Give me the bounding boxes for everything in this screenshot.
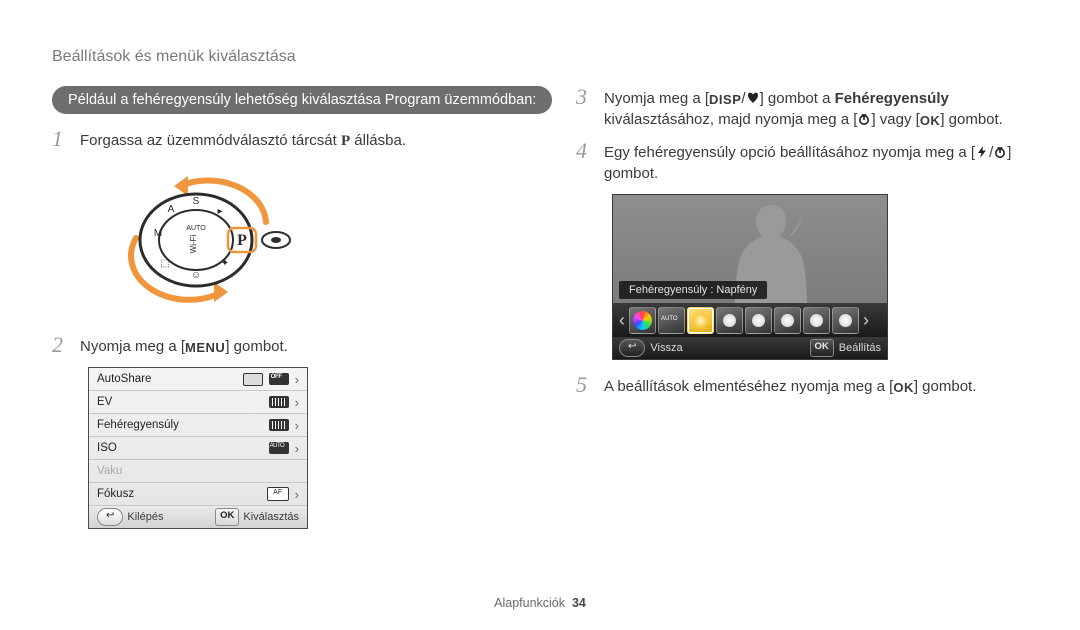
timer-icon	[993, 143, 1007, 155]
wb-daylight-icon	[687, 307, 714, 334]
step-3: 3 Nyomja meg a [DISP/] gombot a Fehéregy…	[576, 86, 1028, 130]
wb-custom-icon	[832, 307, 859, 334]
step-number: 2	[52, 334, 70, 356]
scale-icon	[269, 396, 289, 408]
step-number: 3	[576, 86, 594, 108]
ok-key-icon: OK	[893, 379, 914, 397]
menu-footer-select: Kiválasztás	[243, 511, 299, 523]
wb-icon	[269, 419, 289, 431]
whitebalance-bold: Fehéregyensúly	[835, 90, 949, 107]
wb-auto-icon	[658, 307, 685, 334]
wb-cloudy-icon	[716, 307, 743, 334]
step-number: 4	[576, 140, 594, 162]
svg-text:☺: ☺	[191, 270, 201, 281]
wb-fluorescent-h-icon	[745, 307, 772, 334]
step-4-text-pre: Egy fehéregyensúly opció beállításához n…	[604, 144, 975, 161]
step-1-text-pre: Forgassa az üzemmódválasztó tárcsát	[80, 132, 341, 149]
mode-dial-illustration: S ▸ A M ⬚ ☺ ✦ P Wi-Fi	[88, 162, 348, 322]
wb-footer-back: Vissza	[650, 342, 682, 354]
wb-value-label: Fehéregyensúly : Napfény	[619, 281, 767, 299]
menu-key-icon: MENU	[185, 339, 225, 357]
ok-key-icon: OK	[215, 508, 239, 526]
svg-text:A: A	[168, 204, 175, 215]
back-key-icon: ↩	[619, 339, 645, 357]
chevron-right-icon: ›	[295, 372, 299, 387]
step-4: 4 Egy fehéregyensúly opció beállításához…	[576, 140, 1028, 184]
step-1-text-post: állásba.	[350, 132, 406, 149]
chevron-right-icon: ›	[295, 487, 299, 502]
chevron-left-icon: ‹	[617, 310, 627, 331]
svg-text:Wi-Fi: Wi-Fi	[189, 234, 198, 253]
step-2: 2 Nyomja meg a [MENU] gombot.	[52, 334, 522, 357]
right-column: 3 Nyomja meg a [DISP/] gombot a Fehéregy…	[576, 86, 1028, 529]
step-5-text-pre: A beállítások elmentéséhez nyomja meg a …	[604, 378, 893, 395]
menu-item-flash: Vaku	[89, 460, 307, 483]
example-heading: Például a fehéregyensúly lehetőség kivál…	[52, 86, 552, 114]
page-footer: Alapfunkciók 34	[0, 596, 1080, 610]
chevron-right-icon: ›	[861, 310, 871, 331]
flash-icon	[975, 143, 989, 155]
iso-auto-icon	[269, 442, 289, 454]
camera-icon	[243, 373, 263, 386]
wb-fluorescent-l-icon	[774, 307, 801, 334]
svg-text:M: M	[154, 228, 162, 239]
macro-icon	[746, 89, 760, 101]
svg-text:S: S	[193, 196, 200, 207]
svg-text:P: P	[237, 232, 247, 249]
chevron-right-icon: ›	[295, 441, 299, 456]
left-column: Például a fehéregyensúly lehetőség kivál…	[52, 86, 522, 529]
menu-item-whitebalance: Fehéregyensúly ›	[89, 414, 307, 437]
mode-p-glyph: P	[341, 133, 350, 149]
step-2-text-post: ] gombot.	[225, 338, 288, 355]
step-5: 5 A beállítások elmentéséhez nyomja meg …	[576, 374, 1028, 397]
disp-key-icon: DISP	[709, 91, 741, 109]
menu-item-autoshare: AutoShare ›	[89, 368, 307, 391]
step-1: 1 Forgassa az üzemmódválasztó tárcsát P …	[52, 128, 522, 152]
svg-text:⬚: ⬚	[160, 258, 169, 269]
wb-footer: ↩ Vissza OK Beállítás	[613, 337, 887, 359]
svg-text:✦: ✦	[221, 258, 229, 269]
wb-awb-icon	[629, 307, 656, 334]
wb-option-strip: ‹ ›	[613, 303, 887, 337]
footer-page-number: 34	[572, 596, 586, 610]
menu-item-ev: EV ›	[89, 391, 307, 414]
wb-footer-set: Beállítás	[839, 342, 881, 354]
wb-screenshot: Fehéregyensúly : Napfény ‹ › ↩ Vissza	[612, 194, 888, 360]
step-number: 1	[52, 128, 70, 150]
step-3-text-pre: Nyomja meg a [	[604, 90, 709, 107]
chevron-right-icon: ›	[295, 418, 299, 433]
menu-footer-exit: Kilépés	[127, 511, 163, 523]
menu-footer: ↩ Kilépés OK Kiválasztás	[89, 506, 307, 528]
step-number: 5	[576, 374, 594, 396]
svg-text:AUTO: AUTO	[186, 225, 206, 232]
footer-section: Alapfunkciók	[494, 596, 565, 610]
chevron-right-icon: ›	[295, 395, 299, 410]
menu-item-iso: ISO ›	[89, 437, 307, 460]
svg-text:▸: ▸	[217, 206, 222, 217]
timer-icon	[857, 110, 871, 122]
wb-tungsten-icon	[803, 307, 830, 334]
af-icon	[267, 487, 289, 501]
ok-key-icon: OK	[810, 339, 834, 357]
off-icon	[269, 373, 289, 385]
step-2-text-pre: Nyomja meg a [	[80, 338, 185, 355]
back-key-icon: ↩	[97, 508, 123, 526]
menu-screenshot: AutoShare › EV › Fehéregyensúly › ISO › …	[88, 367, 308, 529]
section-header: Beállítások és menük kiválasztása	[52, 48, 1028, 66]
step-5-text-post: ] gombot.	[914, 378, 977, 395]
menu-item-focus: Fókusz ›	[89, 483, 307, 506]
ok-key-icon: OK	[920, 112, 941, 130]
